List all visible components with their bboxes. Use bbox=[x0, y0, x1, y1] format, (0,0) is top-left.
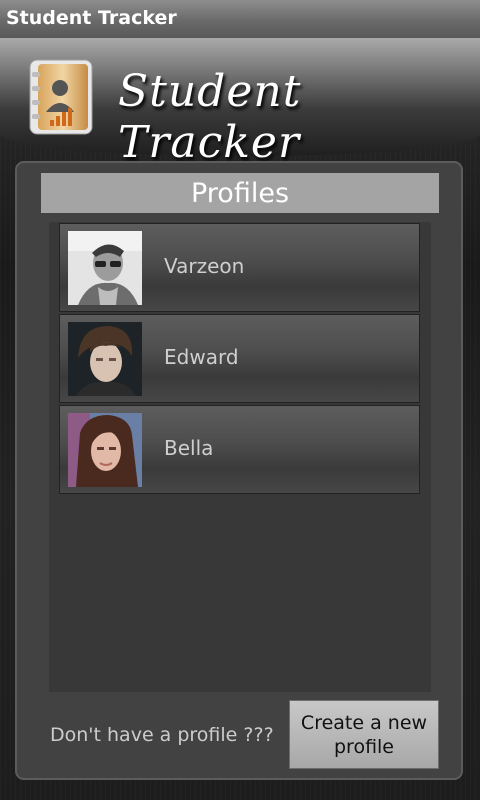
window-title: Student Tracker bbox=[6, 7, 177, 29]
profile-name: Bella bbox=[164, 436, 214, 460]
profile-item-varzeon[interactable]: Varzeon bbox=[59, 223, 420, 312]
no-profile-prompt: Don't have a profile ??? bbox=[50, 724, 274, 746]
create-profile-button[interactable]: Create a new profile bbox=[289, 700, 439, 769]
profiles-heading-bar: Profiles bbox=[41, 173, 439, 213]
contact-book-icon bbox=[29, 59, 93, 135]
avatar bbox=[68, 322, 142, 396]
avatar bbox=[68, 413, 142, 487]
header-title: Student Tracker bbox=[118, 66, 302, 168]
window-titlebar: Student Tracker bbox=[0, 0, 480, 39]
create-profile-button-label: Create a new profile bbox=[300, 711, 428, 758]
avatar bbox=[68, 231, 142, 305]
profile-item-edward[interactable]: Edward bbox=[59, 314, 420, 403]
profile-item-bella[interactable]: Bella bbox=[59, 405, 420, 494]
profile-name: Varzeon bbox=[164, 254, 245, 278]
profiles-heading: Profiles bbox=[190, 178, 290, 209]
profile-name: Edward bbox=[164, 345, 239, 369]
